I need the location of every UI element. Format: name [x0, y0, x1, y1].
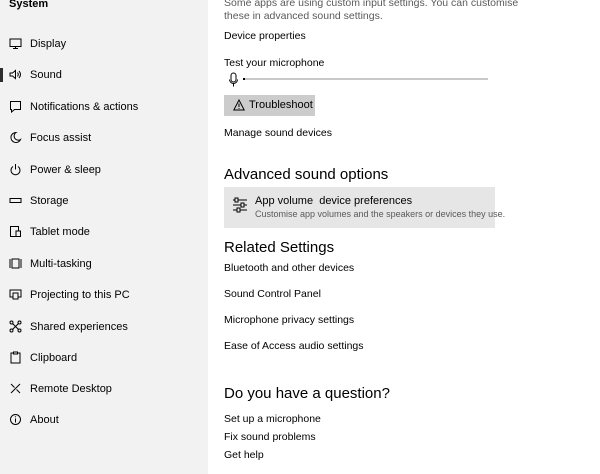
speaker-icon: [9, 68, 22, 81]
related-settings-heading: Related Settings: [224, 239, 335, 256]
sidebar-item-label: Remote Desktop: [30, 383, 112, 395]
storage-icon: [9, 194, 22, 207]
notification-icon: [9, 100, 22, 113]
sidebar: System Display Sound Notifications & act…: [0, 0, 208, 474]
manage-sound-devices-link[interactable]: Manage sound devices: [224, 127, 332, 139]
multitasking-icon: [9, 257, 22, 270]
power-icon: [9, 163, 22, 176]
sidebar-item-label: About: [30, 414, 59, 426]
troubleshoot-button[interactable]: Troubleshoot: [224, 95, 315, 116]
sidebar-item-sound[interactable]: Sound: [0, 63, 208, 87]
display-icon: [9, 37, 22, 50]
advanced-sound-options-heading: Advanced sound options: [224, 166, 389, 183]
app-volume-title: App volume device preferences: [255, 195, 413, 207]
sidebar-item-multitasking[interactable]: Multi-tasking: [0, 252, 208, 276]
sidebar-item-label: Sound: [30, 69, 62, 81]
ease-of-access-audio-link[interactable]: Ease of Access audio settings: [224, 340, 364, 352]
sidebar-item-about[interactable]: About: [0, 408, 208, 432]
sidebar-item-label: Projecting to this PC: [30, 289, 130, 301]
sidebar-item-tablet-mode[interactable]: Tablet mode: [0, 220, 208, 244]
sidebar-item-storage[interactable]: Storage: [0, 189, 208, 213]
troubleshoot-label: Troubleshoot: [249, 99, 313, 111]
remote-desktop-icon: [9, 382, 22, 395]
sidebar-item-shared-experiences[interactable]: Shared experiences: [0, 315, 208, 339]
sidebar-item-projecting[interactable]: Projecting to this PC: [0, 283, 208, 307]
sidebar-item-notifications[interactable]: Notifications & actions: [0, 95, 208, 119]
fix-sound-problems-link[interactable]: Fix sound problems: [224, 431, 316, 443]
question-heading: Do you have a question?: [224, 385, 390, 402]
sidebar-item-remote-desktop[interactable]: Remote Desktop: [0, 377, 208, 401]
tablet-icon: [9, 225, 22, 238]
sound-control-panel-link[interactable]: Sound Control Panel: [224, 288, 321, 300]
sidebar-item-label: Focus assist: [30, 132, 92, 144]
bluetooth-devices-link[interactable]: Bluetooth and other devices: [224, 262, 354, 274]
app-volume-device-preferences[interactable]: App volume device preferences Customise …: [224, 187, 505, 228]
sidebar-item-label: Tablet mode: [30, 226, 90, 238]
microphone-meter: [228, 72, 490, 88]
projecting-icon: [9, 288, 22, 301]
sidebar-item-focus-assist[interactable]: Focus assist: [0, 126, 208, 150]
shared-experiences-icon: [9, 320, 22, 333]
sidebar-item-label: Display: [30, 38, 67, 50]
sidebar-title: System: [9, 0, 49, 10]
set-up-microphone-link[interactable]: Set up a microphone: [224, 413, 321, 425]
warning-icon: [233, 99, 245, 111]
sidebar-item-label: Storage: [30, 195, 69, 207]
sidebar-item-label: Power & sleep: [30, 164, 101, 176]
get-help-link[interactable]: Get help: [224, 449, 264, 461]
clipboard-icon: [9, 351, 22, 364]
moon-icon: [9, 131, 22, 144]
intro-text-line2: these in advanced sound settings.: [224, 10, 383, 22]
sidebar-item-display[interactable]: Display: [0, 32, 208, 56]
sidebar-item-power-sleep[interactable]: Power & sleep: [0, 158, 208, 182]
sidebar-item-clipboard[interactable]: Clipboard: [0, 346, 208, 370]
microphone-level-bar: [243, 78, 488, 80]
sliders-icon: [232, 197, 248, 213]
app-volume-subtitle: Customise app volumes and the speakers o…: [255, 209, 506, 219]
device-properties-link[interactable]: Device properties: [224, 30, 306, 42]
sidebar-item-label: Multi-tasking: [30, 258, 92, 270]
microphone-privacy-settings-link[interactable]: Microphone privacy settings: [224, 314, 354, 326]
intro-text-line1: Some apps are using custom input setting…: [224, 0, 519, 9]
sidebar-item-label: Notifications & actions: [30, 101, 139, 113]
info-icon: [9, 413, 22, 426]
test-microphone-label: Test your microphone: [224, 57, 325, 69]
microphone-level-fill: [243, 78, 246, 80]
sidebar-item-label: Clipboard: [30, 352, 78, 364]
microphone-icon: [228, 72, 239, 88]
sidebar-item-label: Shared experiences: [30, 321, 128, 333]
